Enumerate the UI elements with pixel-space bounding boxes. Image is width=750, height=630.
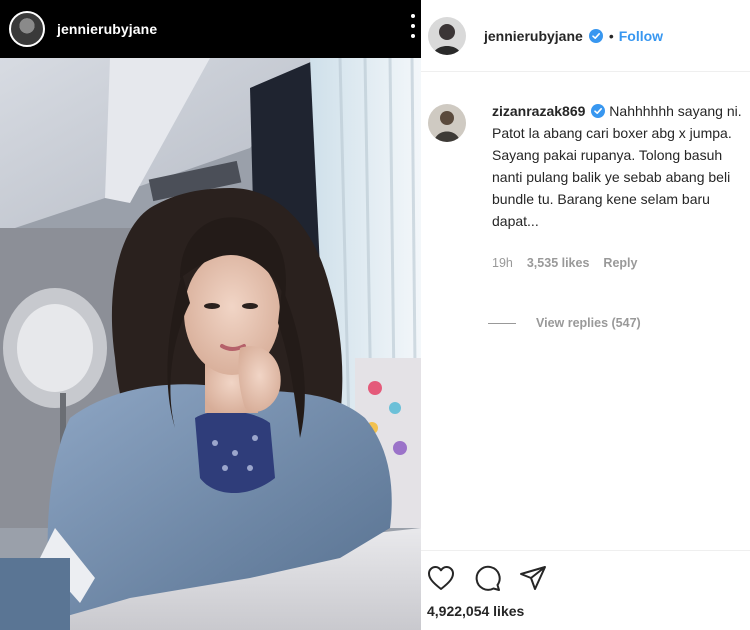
comment-likes[interactable]: 3,535 likes [527, 252, 590, 274]
more-options-icon[interactable] [410, 14, 416, 38]
phone-post-header: jennierubyjane [0, 0, 421, 58]
comment-text: Nahhhhhh sayang ni. Patot la abang cari … [492, 103, 742, 229]
commenter-verified-badge-icon [591, 102, 606, 118]
comment-item: zizanrazak869 Nahhhhhh sayang ni. Patot … [421, 100, 750, 274]
header-separator: • [608, 27, 614, 44]
heart-icon[interactable] [426, 563, 456, 593]
post-header: jennierubyjane • Follow [421, 0, 750, 72]
verified-badge-icon [588, 28, 603, 43]
view-replies-button[interactable]: View replies (547) [488, 316, 641, 330]
share-icon[interactable] [518, 563, 548, 593]
post-actions: 4,922,054 likes [421, 550, 750, 630]
comments-panel: jennierubyjane • Follow zizanrazak869 Na… [421, 0, 750, 630]
replies-divider [488, 322, 516, 324]
post-photo[interactable] [0, 58, 421, 630]
comment-meta: 19h 3,535 likes Reply [492, 252, 747, 274]
follow-button[interactable]: Follow [619, 28, 663, 44]
commenter-username[interactable]: zizanrazak869 [492, 103, 585, 119]
comment-body: zizanrazak869 Nahhhhhh sayang ni. Patot … [492, 100, 747, 274]
comment-icon[interactable] [472, 563, 502, 593]
commenter-avatar[interactable] [428, 104, 466, 142]
phone-screenshot-panel: jennierubyjane [0, 0, 421, 630]
author-avatar[interactable] [428, 16, 466, 55]
profile-avatar[interactable] [9, 11, 45, 47]
phone-username[interactable]: jennierubyjane [57, 21, 157, 37]
action-icons-row [426, 563, 548, 593]
reply-button[interactable]: Reply [603, 252, 637, 274]
post-likes-count[interactable]: 4,922,054 likes [427, 603, 524, 619]
author-username[interactable]: jennierubyjane [484, 28, 583, 44]
comment-time: 19h [492, 256, 513, 270]
view-replies-label: View replies (547) [536, 316, 641, 330]
